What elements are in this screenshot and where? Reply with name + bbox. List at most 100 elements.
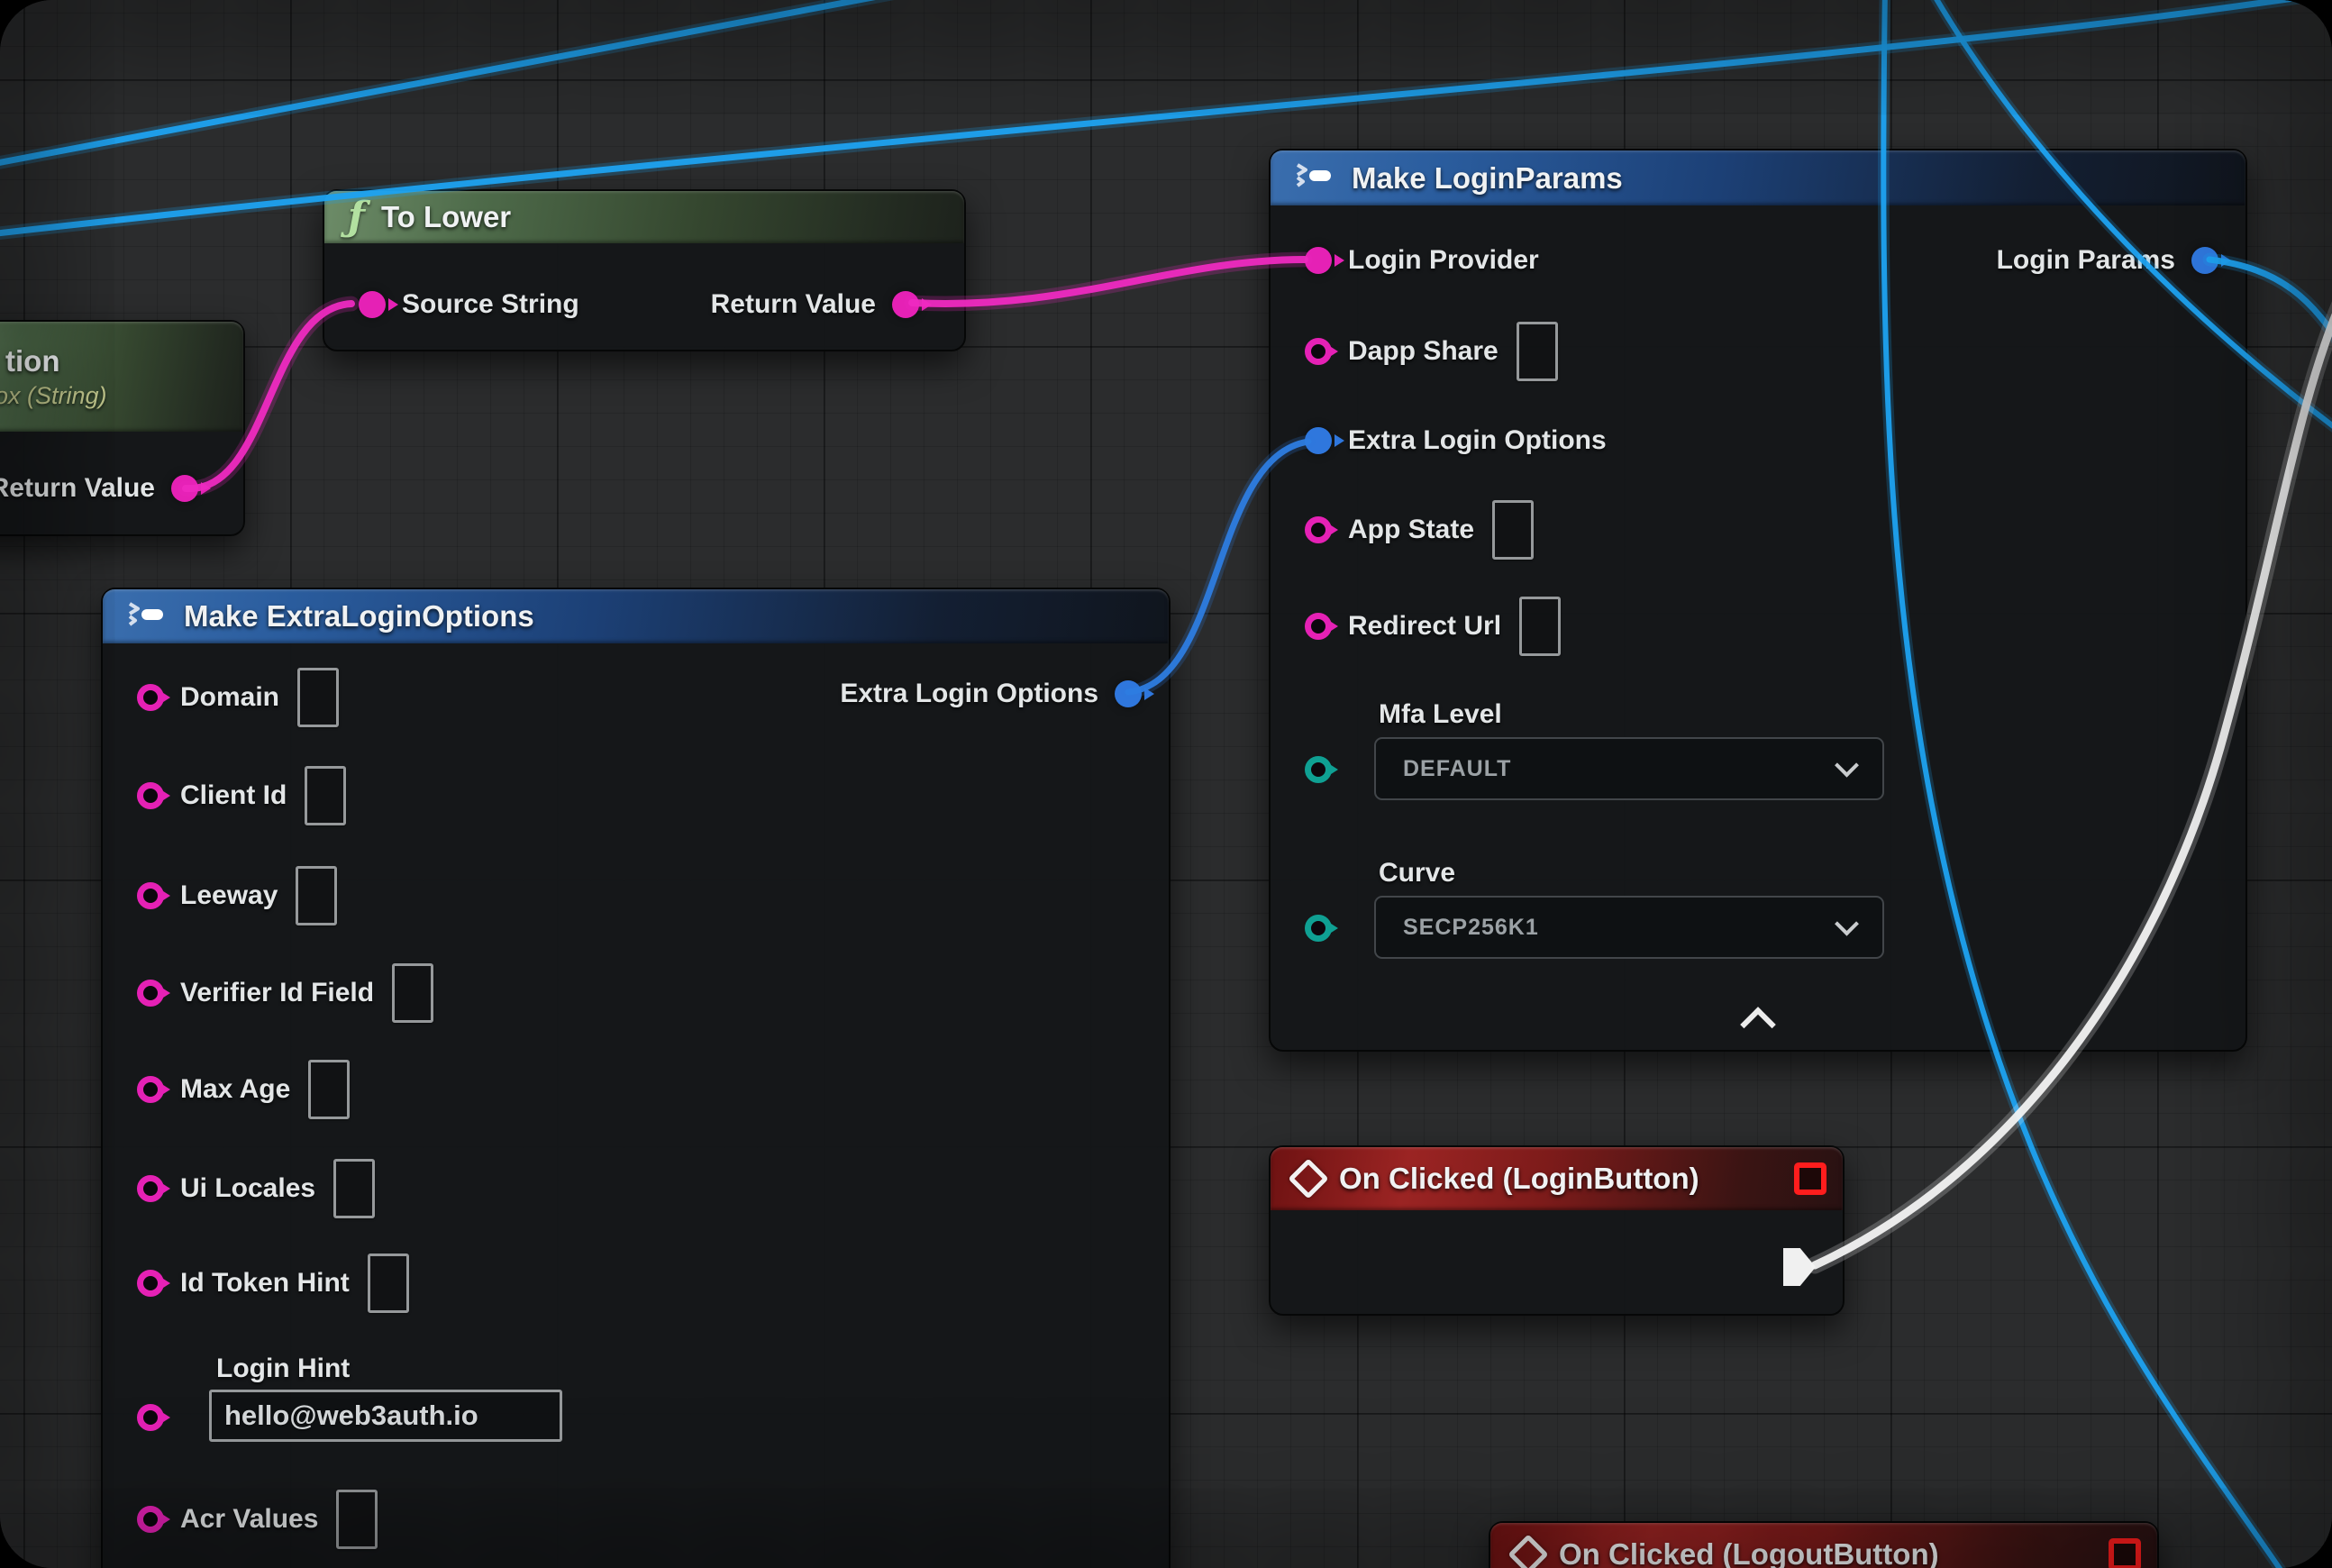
pin-verifier-id-field[interactable] bbox=[137, 980, 164, 1007]
pin-tail bbox=[160, 1513, 170, 1526]
pin-tail bbox=[1335, 434, 1344, 447]
node-header[interactable]: tionox (String) bbox=[0, 322, 243, 432]
pin-app-state[interactable] bbox=[1305, 516, 1332, 543]
value-box-app-state[interactable] bbox=[1492, 500, 1534, 560]
pin-label-extra-login-options: Extra Login Options bbox=[1348, 425, 1607, 456]
exec-out-row bbox=[1271, 1238, 1843, 1296]
text-input-value: hello@web3auth.io bbox=[224, 1399, 478, 1432]
value-box-domain[interactable] bbox=[297, 668, 339, 727]
exec-output-pin[interactable] bbox=[1783, 1248, 1816, 1286]
value-box-client-id[interactable] bbox=[305, 766, 346, 825]
delegate-event-icon[interactable] bbox=[1794, 1162, 1826, 1195]
pin-leeway[interactable] bbox=[137, 882, 164, 909]
pin-label-acr-values: Acr Values bbox=[180, 1504, 318, 1535]
node-on-clicked-logout-button[interactable]: On Clicked (LogoutButton) bbox=[1489, 1521, 2159, 1568]
value-box-leeway[interactable] bbox=[296, 866, 337, 925]
node-header[interactable]: Make ExtraLoginOptions bbox=[103, 589, 1169, 643]
wire-pink-tolower-to-provider-glow bbox=[912, 260, 1305, 304]
text-row-login-hint: Login Hint hello@web3auth.io bbox=[103, 1354, 1169, 1453]
collapse-node-chevron-icon[interactable] bbox=[1740, 1007, 1776, 1043]
pin-acr-values[interactable] bbox=[137, 1506, 164, 1533]
pin-max-age[interactable] bbox=[137, 1076, 164, 1103]
pin-login-params[interactable] bbox=[2191, 247, 2218, 274]
pin-row-verifier-id-field: Verifier Id Field bbox=[103, 964, 1169, 1022]
pin-label-id-token-hint: Id Token Hint bbox=[180, 1268, 350, 1299]
pin-label-client-id: Client Id bbox=[180, 780, 287, 811]
node-make-login-params[interactable]: Make LoginParamsLogin ProviderLogin Para… bbox=[1269, 149, 2247, 1052]
value-box-ui-locales[interactable] bbox=[333, 1159, 375, 1218]
value-box-id-token-hint[interactable] bbox=[368, 1253, 409, 1313]
value-box-max-age[interactable] bbox=[308, 1060, 350, 1119]
delegate-event-icon[interactable] bbox=[2109, 1538, 2141, 1568]
pin-label-login-params: Login Params bbox=[1997, 245, 2175, 276]
dropdown-curve[interactable]: SECP256K1 bbox=[1374, 896, 1884, 959]
enum-row-mfa-level: Mfa Level DEFAULT bbox=[1271, 699, 2245, 807]
pin-curve[interactable] bbox=[1305, 915, 1332, 942]
pin-return-value[interactable] bbox=[171, 475, 198, 502]
node-header[interactable]: ƒTo Lower bbox=[324, 191, 964, 243]
field-label-login-hint: Login Hint bbox=[216, 1354, 350, 1384]
node-title: On Clicked (LogoutButton) bbox=[1559, 1537, 1939, 1568]
graph-canvas[interactable]: tionox (String)Return ValueƒTo LowerSour… bbox=[0, 0, 2332, 1568]
event-diamond-icon bbox=[1288, 1158, 1328, 1199]
pin-ui-locales[interactable] bbox=[137, 1175, 164, 1202]
pin-label-return-value: Return Value bbox=[0, 473, 155, 504]
field-label-curve: Curve bbox=[1379, 858, 1455, 889]
dropdown-mfa-level[interactable]: DEFAULT bbox=[1374, 737, 1884, 800]
pin-label-app-state: App State bbox=[1348, 515, 1474, 545]
value-box-verifier-id-field[interactable] bbox=[392, 963, 433, 1023]
pin-tail bbox=[160, 1411, 170, 1424]
pin-row-return-value: Return Value bbox=[324, 276, 964, 333]
pin-login-hint[interactable] bbox=[137, 1404, 164, 1431]
pin-label-domain: Domain bbox=[180, 682, 279, 713]
pin-label-dapp-share: Dapp Share bbox=[1348, 336, 1498, 367]
pin-tail bbox=[1328, 524, 1338, 536]
node-header[interactable]: On Clicked (LogoutButton) bbox=[1490, 1523, 2157, 1568]
node-make-extra-login-options[interactable]: Make ExtraLoginOptionsExtra Login Option… bbox=[101, 588, 1171, 1568]
pin-row-domain: Domain bbox=[103, 669, 1169, 726]
wire-pink-tolower-to-provider[interactable] bbox=[912, 260, 1305, 304]
pin-tail bbox=[1328, 620, 1338, 633]
pin-mfa-level[interactable] bbox=[1305, 756, 1332, 783]
dropdown-value-mfa-level: DEFAULT bbox=[1403, 756, 1511, 782]
node-title: tion bbox=[5, 344, 59, 378]
value-box-redirect-url[interactable] bbox=[1519, 597, 1561, 656]
pin-label-verifier-id-field: Verifier Id Field bbox=[180, 978, 374, 1008]
text-input-login-hint[interactable]: hello@web3auth.io bbox=[209, 1390, 562, 1442]
node-title: On Clicked (LoginButton) bbox=[1339, 1162, 1699, 1196]
chevron-down-icon bbox=[1835, 912, 1859, 936]
pin-row-return-value: Return Value bbox=[0, 460, 243, 517]
node-header[interactable]: Make LoginParams bbox=[1271, 150, 2245, 205]
pin-id-token-hint[interactable] bbox=[137, 1270, 164, 1297]
pin-client-id[interactable] bbox=[137, 782, 164, 809]
value-box-dapp-share[interactable] bbox=[1517, 322, 1558, 381]
pin-row-extra-login-options: Extra Login Options bbox=[1271, 412, 2245, 469]
pin-label-ui-locales: Ui Locales bbox=[180, 1173, 315, 1204]
node-header[interactable]: On Clicked (LoginButton) bbox=[1271, 1147, 1843, 1210]
pin-tail bbox=[160, 987, 170, 999]
pin-label-max-age: Max Age bbox=[180, 1074, 290, 1105]
pin-extra-login-options[interactable] bbox=[1305, 427, 1332, 454]
blueprint-editor-viewport: tionox (String)Return ValueƒTo LowerSour… bbox=[0, 0, 2332, 1568]
pin-tail bbox=[201, 482, 211, 495]
pin-tail bbox=[160, 889, 170, 902]
make-struct-icon bbox=[126, 601, 168, 633]
pin-return-value[interactable] bbox=[892, 291, 919, 318]
field-label-mfa-level: Mfa Level bbox=[1379, 699, 1502, 730]
node-partial-string-node[interactable]: tionox (String) Return Value bbox=[0, 320, 245, 536]
value-box-acr-values[interactable] bbox=[336, 1490, 378, 1549]
pin-dapp-share[interactable] bbox=[1305, 338, 1332, 365]
node-to-lower[interactable]: ƒTo LowerSource StringReturn Value bbox=[323, 189, 966, 351]
pin-domain[interactable] bbox=[137, 684, 164, 711]
pin-row-client-id: Client Id bbox=[103, 767, 1169, 825]
chevron-down-icon bbox=[1835, 753, 1859, 778]
dropdown-value-curve: SECP256K1 bbox=[1403, 915, 1539, 941]
pin-tail bbox=[160, 1277, 170, 1290]
make-struct-icon bbox=[1294, 162, 1335, 194]
pin-redirect-url[interactable] bbox=[1305, 613, 1332, 640]
node-on-clicked-login-button[interactable]: On Clicked (LoginButton) bbox=[1269, 1145, 1845, 1316]
node-title: Make ExtraLoginOptions bbox=[184, 599, 534, 634]
pin-row-leeway: Leeway bbox=[103, 867, 1169, 925]
pin-row-acr-values: Acr Values bbox=[103, 1491, 1169, 1548]
wire-blue-topleft-diagonal[interactable] bbox=[0, 0, 978, 168]
